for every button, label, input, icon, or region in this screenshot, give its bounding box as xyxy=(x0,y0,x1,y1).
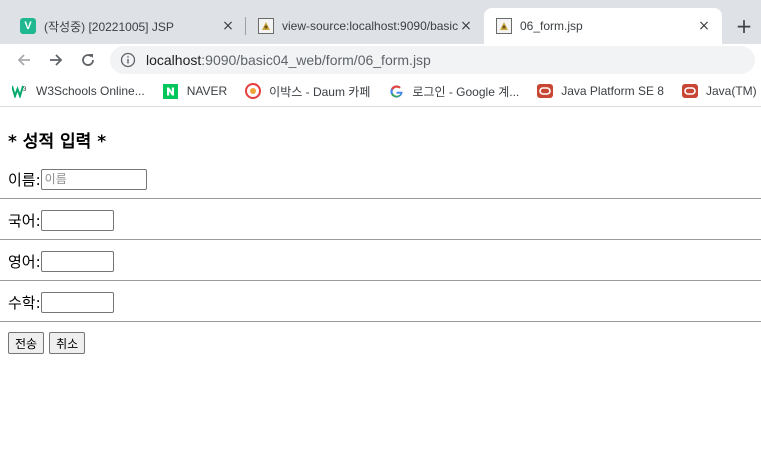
divider xyxy=(0,198,761,199)
url-path: :9090/basic04_web/form/06_form.jsp xyxy=(201,52,431,68)
forward-button[interactable] xyxy=(42,46,70,74)
arrow-left-icon xyxy=(17,54,30,66)
bookmark-daum-cafe[interactable]: 이박스 - Daum 카페 xyxy=(245,83,370,100)
close-icon[interactable]: × xyxy=(458,18,474,34)
url-host: localhost xyxy=(146,52,202,68)
form-buttons: 전송 취소 xyxy=(8,332,761,354)
close-icon[interactable]: × xyxy=(220,18,236,34)
math-score-input[interactable] xyxy=(40,291,114,313)
info-icon[interactable] xyxy=(120,52,136,68)
bookmark-naver[interactable]: NAVER xyxy=(163,83,227,99)
new-tab-button[interactable]: + xyxy=(730,12,758,40)
tab-title: view-source:localhost:9090/basic xyxy=(282,19,458,33)
tab-06-form[interactable]: 06_form.jsp × xyxy=(484,8,722,44)
math-label: 수학: xyxy=(8,293,41,312)
w3schools-icon: 3 xyxy=(12,83,28,99)
bookmark-java-se8[interactable]: Java Platform SE 8 xyxy=(537,83,664,99)
page-content: * 성적 입력 * 이름: 국어: 영어: 수학: 전송 취소 xyxy=(0,127,761,354)
bookmark-label: 로그인 - Google 계... xyxy=(412,84,520,99)
bookmark-label: 이박스 - Daum 카페 xyxy=(269,84,371,99)
submit-button[interactable]: 전송 xyxy=(8,332,45,354)
document-icon xyxy=(496,18,512,34)
oracle-icon xyxy=(537,83,554,99)
reset-button[interactable]: 취소 xyxy=(49,332,86,354)
v-icon-letter: V xyxy=(24,20,32,32)
bookmark-label: Java(TM) xyxy=(705,84,757,98)
korean-row: 국어: xyxy=(8,209,761,231)
name-input[interactable] xyxy=(40,168,147,190)
bookmark-label: Java Platform SE 8 xyxy=(561,84,664,98)
bookmark-java-tm[interactable]: Java(TM) xyxy=(681,83,757,99)
close-icon[interactable]: × xyxy=(696,18,712,34)
arrow-right-icon xyxy=(50,54,63,66)
tab-jsp-draft[interactable]: V (작성중) [20221005] JSP × xyxy=(8,8,246,44)
divider xyxy=(0,280,761,281)
bookmark-label: W3Schools Online... xyxy=(36,84,145,98)
page-title: * 성적 입력 * xyxy=(8,132,107,152)
bookmark-w3schools[interactable]: 3 W3Schools Online... xyxy=(12,83,145,99)
reload-button[interactable] xyxy=(74,46,102,74)
back-button[interactable] xyxy=(10,46,38,74)
english-label: 영어: xyxy=(8,252,41,271)
divider xyxy=(0,321,761,322)
tab-title: (작성중) [20221005] JSP xyxy=(44,19,174,34)
name-label: 이름: xyxy=(8,170,41,189)
v-icon: V xyxy=(20,18,36,34)
bookmark-google-login[interactable]: 로그인 - Google 계... xyxy=(388,83,519,100)
svg-text:3: 3 xyxy=(23,87,27,93)
address-bar[interactable]: localhost:9090/basic04_web/form/06_form.… xyxy=(110,46,755,74)
name-row: 이름: xyxy=(8,168,761,190)
reload-icon xyxy=(82,54,94,66)
naver-icon xyxy=(163,83,179,99)
document-icon xyxy=(258,18,274,34)
google-icon xyxy=(388,83,404,99)
divider xyxy=(0,239,761,240)
bookmark-label: NAVER xyxy=(186,84,228,98)
bookmarks-bar: 3 W3Schools Online... NAVER 이박스 - Daum 카… xyxy=(0,76,761,107)
browser-toolbar: localhost:9090/basic04_web/form/06_form.… xyxy=(0,44,761,76)
tab-title: 06_form.jsp xyxy=(520,19,583,33)
oracle-icon xyxy=(681,83,698,99)
english-row: 영어: xyxy=(8,250,761,272)
korean-score-input[interactable] xyxy=(40,209,114,231)
english-score-input[interactable] xyxy=(40,250,114,272)
daum-icon xyxy=(245,83,262,99)
tab-view-source[interactable]: view-source:localhost:9090/basic × xyxy=(246,8,484,44)
tab-strip: V (작성중) [20221005] JSP × view-source:loc… xyxy=(0,0,761,44)
math-row: 수학: xyxy=(8,291,761,313)
korean-label: 국어: xyxy=(8,211,41,230)
